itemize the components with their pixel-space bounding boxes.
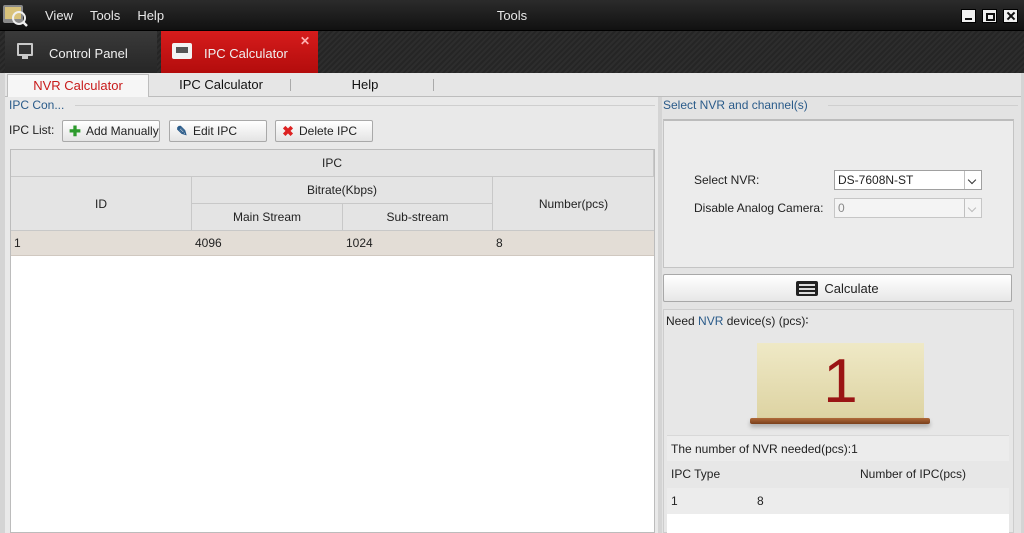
tab-control-panel[interactable]: Control Panel	[5, 31, 157, 73]
app-tab-strip: Control Panel IPC Calculator ✕	[0, 31, 1024, 73]
pencil-icon: ✎	[176, 122, 188, 139]
disable-analog-value: 0	[838, 201, 845, 215]
subtab-help[interactable]: Help	[295, 74, 435, 97]
minimize-icon[interactable]	[961, 9, 976, 23]
nvr-needed-summary: The number of NVR needed(pcs):1	[667, 435, 1009, 461]
section-divider	[75, 105, 655, 106]
app-logo-icon	[2, 3, 28, 27]
ipc-type-value: 1	[671, 494, 678, 508]
menu-help[interactable]: Help	[137, 0, 164, 31]
tab-divider	[433, 79, 434, 91]
menu-view[interactable]: View	[45, 0, 73, 31]
disable-analog-label: Disable Analog Camera:	[694, 201, 824, 215]
ipc-number-value: 8	[757, 494, 764, 508]
need-nvr-word: NVR	[698, 314, 724, 328]
column-header-sub-stream[interactable]: Sub-stream	[343, 204, 493, 231]
plus-icon: ✚	[69, 122, 81, 139]
ipc-table: IPC ID Bitrate(Kbps) Main Stream Sub-str…	[10, 149, 655, 533]
menu-tools[interactable]: Tools	[90, 0, 120, 31]
cell-sub-stream: 1024	[346, 236, 373, 250]
delete-ipc-button[interactable]: ✖ Delete IPC	[275, 120, 373, 142]
calculator-icon	[172, 43, 192, 59]
title-bar: View Tools Help Tools	[0, 0, 1024, 31]
subtab-nvr-calculator[interactable]: NVR Calculator	[7, 74, 149, 98]
tab-ipc-calculator[interactable]: IPC Calculator ✕	[161, 31, 318, 73]
result-panel: Need NVR device(s) (pcs)∶ 1 The number o…	[663, 309, 1014, 533]
calculate-label: Calculate	[824, 280, 879, 296]
chevron-down-icon	[964, 171, 981, 189]
tab-divider	[290, 79, 291, 91]
result-number: 1	[823, 347, 858, 416]
ipc-config-panel: IPC Con... IPC List: ✚ Add Manually ✎ Ed…	[5, 97, 658, 533]
plaque-base	[750, 418, 930, 424]
delete-x-icon: ✖	[282, 122, 294, 139]
maximize-icon[interactable]	[982, 9, 997, 23]
ipc-config-title: IPC Con...	[9, 98, 65, 112]
ipc-type-header: IPC Type	[671, 467, 721, 481]
calculator-icon	[796, 280, 819, 296]
ipc-result-row: 1 8	[667, 488, 1009, 514]
column-header-number[interactable]: Number(pcs)	[493, 177, 654, 231]
edit-ipc-button[interactable]: ✎ Edit IPC	[169, 120, 267, 142]
nvr-select-panel: Select NVR and channel(s) Select NVR: DS…	[662, 97, 1021, 533]
column-header-bitrate: Bitrate(Kbps)	[192, 177, 493, 204]
chevron-down-icon	[964, 199, 981, 217]
monitor-icon	[17, 43, 33, 59]
menu-bar: View Tools Help	[45, 0, 181, 31]
close-icon[interactable]	[1003, 9, 1018, 23]
select-nvr-dropdown[interactable]: DS-7608N-ST	[834, 170, 982, 190]
subtab-ipc-calculator[interactable]: IPC Calculator	[151, 74, 291, 97]
need-suffix: device(s) (pcs)∶	[726, 314, 809, 328]
column-header-main-stream[interactable]: Main Stream	[192, 204, 343, 231]
section-divider	[828, 105, 1018, 106]
ipc-number-header: Number of IPC(pcs)	[860, 467, 967, 481]
result-plaque: 1	[757, 343, 924, 419]
table-row[interactable]: 1 4096 1024 8	[11, 231, 654, 256]
ipc-list-label: IPC List:	[9, 123, 55, 137]
delete-ipc-label: Delete IPC	[299, 124, 358, 138]
add-manually-label: Add Manually	[86, 124, 159, 138]
sub-tab-bar: NVR Calculator IPC Calculator Help	[5, 73, 1021, 98]
disable-analog-dropdown[interactable]: 0	[834, 198, 982, 218]
tab-control-panel-label: Control Panel	[49, 46, 128, 61]
column-header-id[interactable]: ID	[11, 177, 192, 231]
result-empty-area	[667, 514, 1009, 533]
tab-close-icon[interactable]: ✕	[300, 34, 310, 48]
cell-id: 1	[14, 236, 21, 250]
select-nvr-label: Select NVR:	[694, 173, 760, 187]
need-devices-text: Need NVR device(s) (pcs)∶	[666, 314, 809, 328]
table-group-header: IPC	[11, 150, 654, 177]
add-manually-button[interactable]: ✚ Add Manually	[62, 120, 160, 142]
edit-ipc-label: Edit IPC	[193, 124, 238, 138]
need-prefix: Need	[666, 314, 695, 328]
calculate-button[interactable]: Calculate	[663, 274, 1012, 302]
cell-main-stream: 4096	[195, 236, 222, 250]
select-nvr-value: DS-7608N-ST	[838, 173, 914, 187]
tab-ipc-calculator-label: IPC Calculator	[204, 46, 288, 61]
cell-number: 8	[496, 236, 503, 250]
nvr-section-title: Select NVR and channel(s)	[663, 98, 808, 112]
nvr-settings-box: Select NVR: DS-7608N-ST Disable Analog C…	[663, 119, 1014, 268]
ipc-result-header: IPC Type Number of IPC(pcs)	[667, 461, 1009, 488]
